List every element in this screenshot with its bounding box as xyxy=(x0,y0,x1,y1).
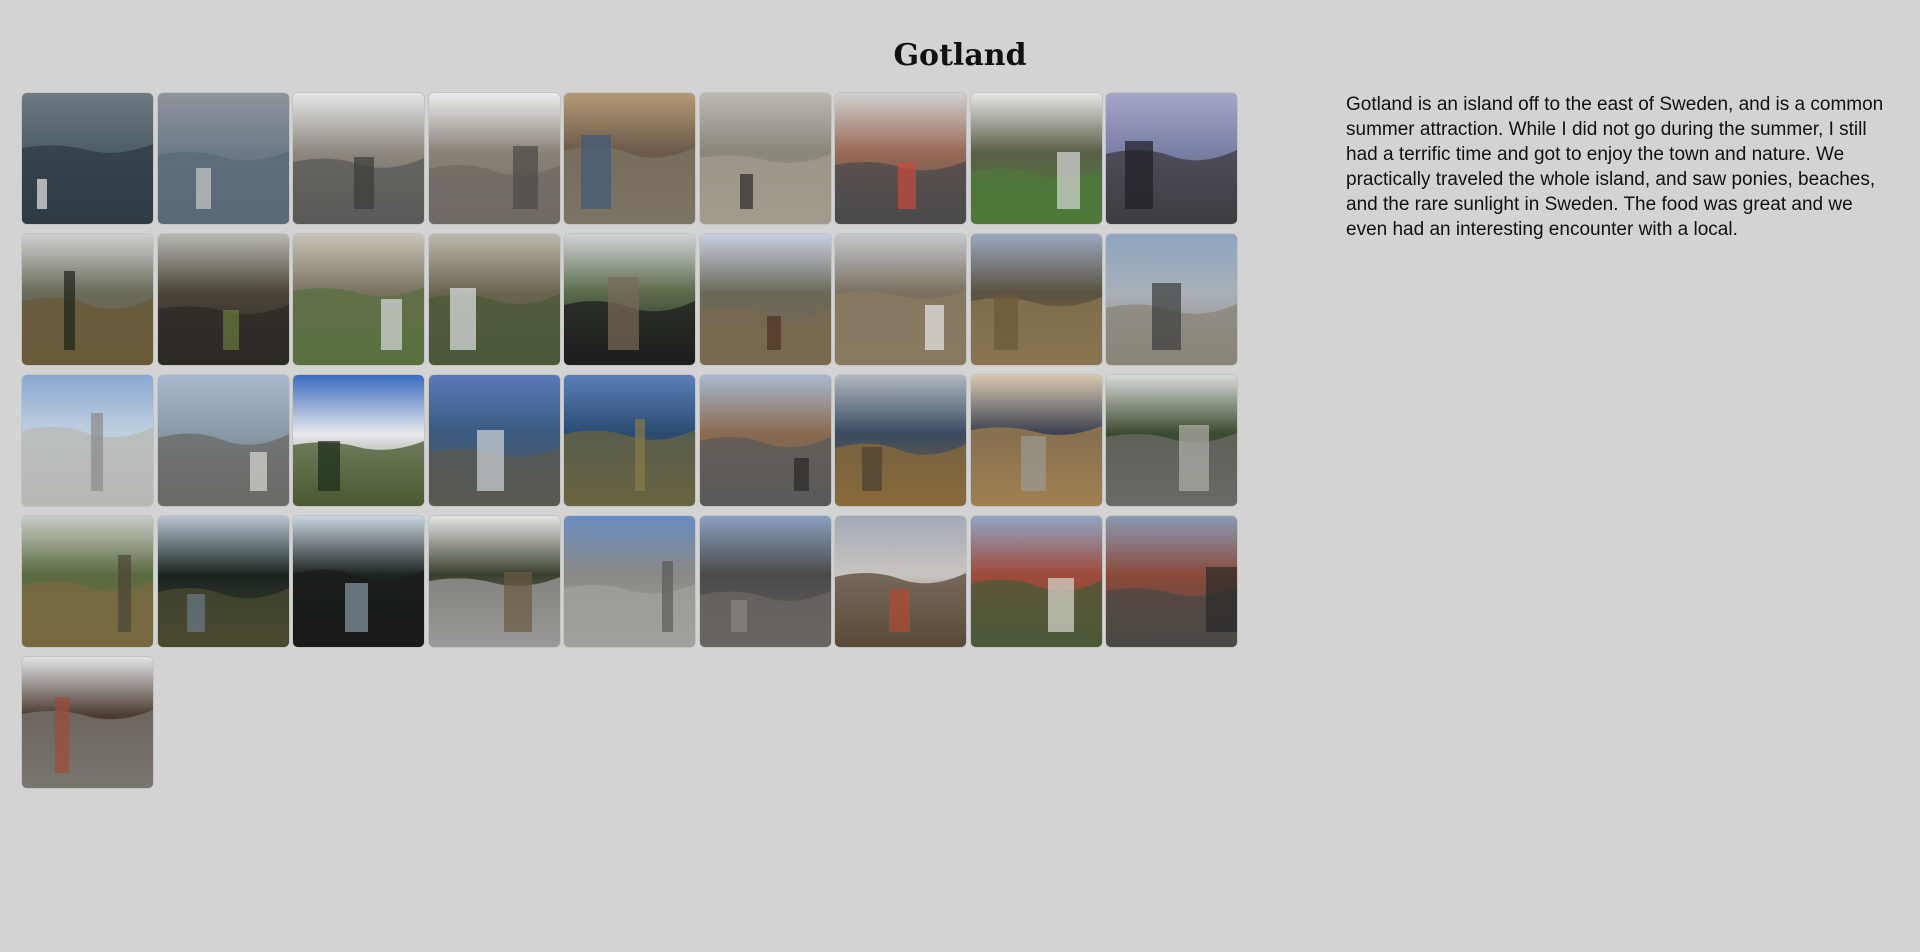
gallery-photo[interactable] xyxy=(428,93,560,224)
gallery-photo[interactable] xyxy=(1106,234,1237,365)
gallery-photo[interactable] xyxy=(293,375,424,506)
photo-image xyxy=(157,234,289,365)
gallery-photo[interactable] xyxy=(564,375,695,506)
photo-image xyxy=(835,234,966,365)
gallery-photo[interactable] xyxy=(22,657,153,788)
photo-image xyxy=(1106,516,1237,647)
photo-image xyxy=(564,516,695,647)
photo-image xyxy=(22,375,153,506)
photo-image xyxy=(564,234,695,365)
gallery-photo[interactable] xyxy=(835,516,966,647)
gallery-photo[interactable] xyxy=(835,375,966,506)
photo-image xyxy=(22,516,153,647)
photo-image xyxy=(835,375,966,506)
gallery-photo[interactable] xyxy=(293,93,424,224)
photo-image xyxy=(157,516,289,647)
gallery-photo[interactable] xyxy=(157,375,289,506)
photo-image xyxy=(157,93,289,224)
photo-image xyxy=(699,234,831,365)
gallery-photo[interactable] xyxy=(699,375,831,506)
photo-image xyxy=(970,93,1102,224)
gallery-photo[interactable] xyxy=(970,516,1102,647)
photo-image xyxy=(293,375,424,506)
photo-gallery xyxy=(22,93,1237,788)
page-description: Gotland is an island off to the east of … xyxy=(1346,94,1884,240)
gallery-photo[interactable] xyxy=(699,93,831,224)
photo-image xyxy=(22,234,153,365)
gallery-photo[interactable] xyxy=(564,516,695,647)
photo-image xyxy=(1106,375,1237,506)
gallery-photo[interactable] xyxy=(564,234,695,365)
photo-image xyxy=(564,375,695,506)
gallery-photo[interactable] xyxy=(22,375,153,506)
photo-image xyxy=(428,93,560,224)
gallery-photo[interactable] xyxy=(293,516,424,647)
photo-image xyxy=(1106,234,1237,365)
photo-image xyxy=(428,516,560,647)
gallery-photo[interactable] xyxy=(157,516,289,647)
gallery-photo[interactable] xyxy=(22,93,153,224)
gallery-photo[interactable] xyxy=(22,234,153,365)
gallery-photo[interactable] xyxy=(699,516,831,647)
photo-image xyxy=(970,375,1102,506)
gallery-photo[interactable] xyxy=(157,234,289,365)
photo-image xyxy=(1106,93,1237,224)
gallery-photo[interactable] xyxy=(293,234,424,365)
photo-image xyxy=(428,375,560,506)
photo-image xyxy=(22,93,153,224)
page: Gotland Gotland is an island off to the … xyxy=(0,0,1920,952)
photo-image xyxy=(970,234,1102,365)
photo-image xyxy=(293,516,424,647)
photo-image xyxy=(699,93,831,224)
page-title: Gotland xyxy=(893,38,1027,73)
photo-image xyxy=(564,93,695,224)
gallery-photo[interactable] xyxy=(428,375,560,506)
gallery-photo[interactable] xyxy=(835,234,966,365)
gallery-photo[interactable] xyxy=(699,234,831,365)
photo-image xyxy=(835,516,966,647)
gallery-photo[interactable] xyxy=(22,516,153,647)
photo-image xyxy=(835,93,966,224)
gallery-photo[interactable] xyxy=(970,93,1102,224)
gallery-photo[interactable] xyxy=(564,93,695,224)
gallery-photo[interactable] xyxy=(428,516,560,647)
photo-image xyxy=(293,234,424,365)
photo-image xyxy=(428,234,560,365)
photo-image xyxy=(293,93,424,224)
gallery-photo[interactable] xyxy=(970,375,1102,506)
photo-image xyxy=(699,516,831,647)
photo-image xyxy=(22,657,153,788)
photo-image xyxy=(157,375,289,506)
gallery-photo[interactable] xyxy=(835,93,966,224)
gallery-photo[interactable] xyxy=(1106,93,1237,224)
gallery-photo[interactable] xyxy=(970,234,1102,365)
gallery-photo[interactable] xyxy=(1106,375,1237,506)
photo-image xyxy=(699,375,831,506)
gallery-photo[interactable] xyxy=(428,234,560,365)
gallery-photo[interactable] xyxy=(1106,516,1237,647)
photo-image xyxy=(970,516,1102,647)
gallery-photo[interactable] xyxy=(157,93,289,224)
